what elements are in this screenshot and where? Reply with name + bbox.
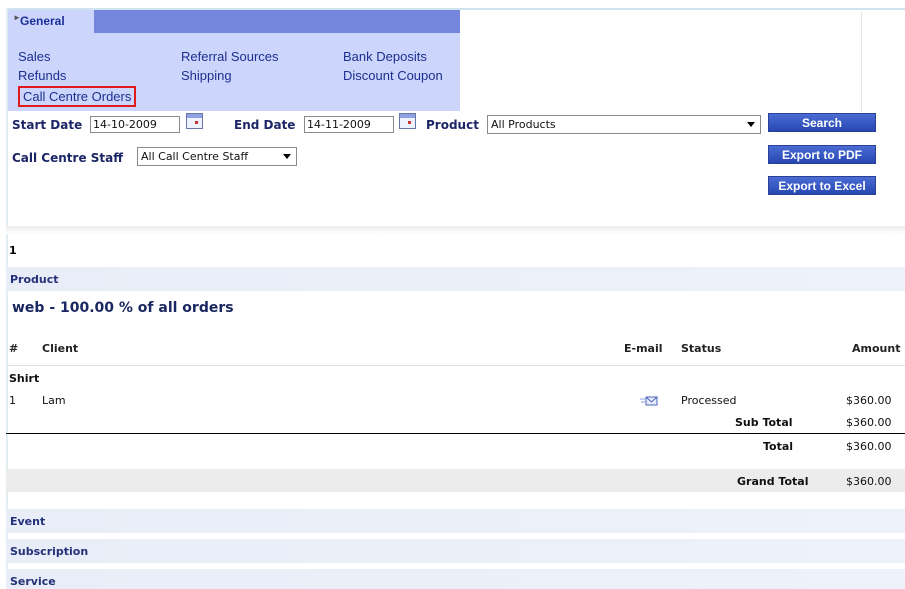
- calendar-icon[interactable]: [399, 113, 416, 129]
- section-service: Service: [6, 569, 905, 589]
- section-service-label: Service: [10, 575, 56, 588]
- end-date-label: End Date: [234, 118, 296, 132]
- staff-label: Call Centre Staff: [12, 151, 123, 165]
- divider: [6, 433, 905, 434]
- section-event: Event: [6, 509, 905, 533]
- section-event-label: Event: [10, 515, 46, 528]
- end-date-input[interactable]: 14-11-2009: [304, 116, 394, 133]
- menu-link-call-centre-orders[interactable]: Call Centre Orders: [18, 86, 137, 107]
- export-excel-button[interactable]: Export to Excel: [768, 176, 876, 195]
- tab-bar: ► General: [8, 10, 460, 33]
- category-label: Shirt: [9, 372, 40, 385]
- product-select[interactable]: All Products: [487, 115, 761, 134]
- subtotal-value: $360.00: [846, 416, 892, 429]
- menu-link-shipping[interactable]: Shipping: [181, 68, 232, 83]
- product-select-value: All Products: [491, 118, 556, 131]
- staff-select-value: All Call Centre Staff: [141, 150, 249, 163]
- email-icon[interactable]: [640, 396, 658, 407]
- menu-link-refunds[interactable]: Refunds: [18, 68, 66, 83]
- start-date-label: Start Date: [12, 118, 83, 132]
- chevron-down-icon: [747, 122, 755, 127]
- search-button[interactable]: Search: [768, 113, 876, 132]
- grand-total-label: Grand Total: [737, 475, 809, 488]
- chevron-down-icon: [283, 154, 291, 159]
- page-number: 1: [9, 244, 17, 257]
- tab-general-label: General: [20, 14, 65, 28]
- export-pdf-button[interactable]: Export to PDF: [768, 145, 876, 164]
- caret-right-icon: ►: [13, 13, 21, 22]
- section-subscription-label: Subscription: [10, 545, 89, 558]
- divider: [861, 12, 862, 112]
- total-value: $360.00: [846, 440, 892, 453]
- row-client: Lam: [42, 394, 66, 407]
- product-label: Product: [426, 118, 479, 132]
- row-num: 1: [9, 394, 16, 407]
- column-header-num: #: [9, 342, 19, 355]
- column-header-email: E-mail: [624, 342, 663, 355]
- subtotal-label: Sub Total: [735, 416, 793, 429]
- grand-total-value: $360.00: [846, 475, 892, 488]
- section-product-label: Product: [10, 273, 59, 286]
- divider: [6, 365, 905, 366]
- start-date-input[interactable]: 14-10-2009: [90, 116, 180, 133]
- section-product: Product: [6, 267, 905, 291]
- calendar-icon[interactable]: [186, 113, 203, 129]
- menu-link-referral-sources[interactable]: Referral Sources: [181, 49, 279, 64]
- row-status: Processed: [681, 394, 737, 407]
- menu-link-bank-deposits[interactable]: Bank Deposits: [343, 49, 427, 64]
- menu-link-sales[interactable]: Sales: [18, 49, 51, 64]
- tab-strip: [94, 10, 460, 33]
- column-header-client: Client: [42, 342, 79, 355]
- row-amount: $360.00: [846, 394, 892, 407]
- menu-link-discount-coupon[interactable]: Discount Coupon: [343, 68, 443, 83]
- tab-general[interactable]: ► General: [8, 10, 94, 33]
- separator: [6, 226, 905, 234]
- section-subscription: Subscription: [6, 539, 905, 563]
- staff-select[interactable]: All Call Centre Staff: [137, 147, 297, 166]
- group-title: web - 100.00 % of all orders: [12, 300, 234, 316]
- column-header-amount: Amount: [852, 342, 901, 355]
- report-menu: Sales Refunds Call Centre Orders Referra…: [8, 33, 460, 111]
- total-label: Total: [763, 440, 794, 453]
- column-header-status: Status: [681, 342, 722, 355]
